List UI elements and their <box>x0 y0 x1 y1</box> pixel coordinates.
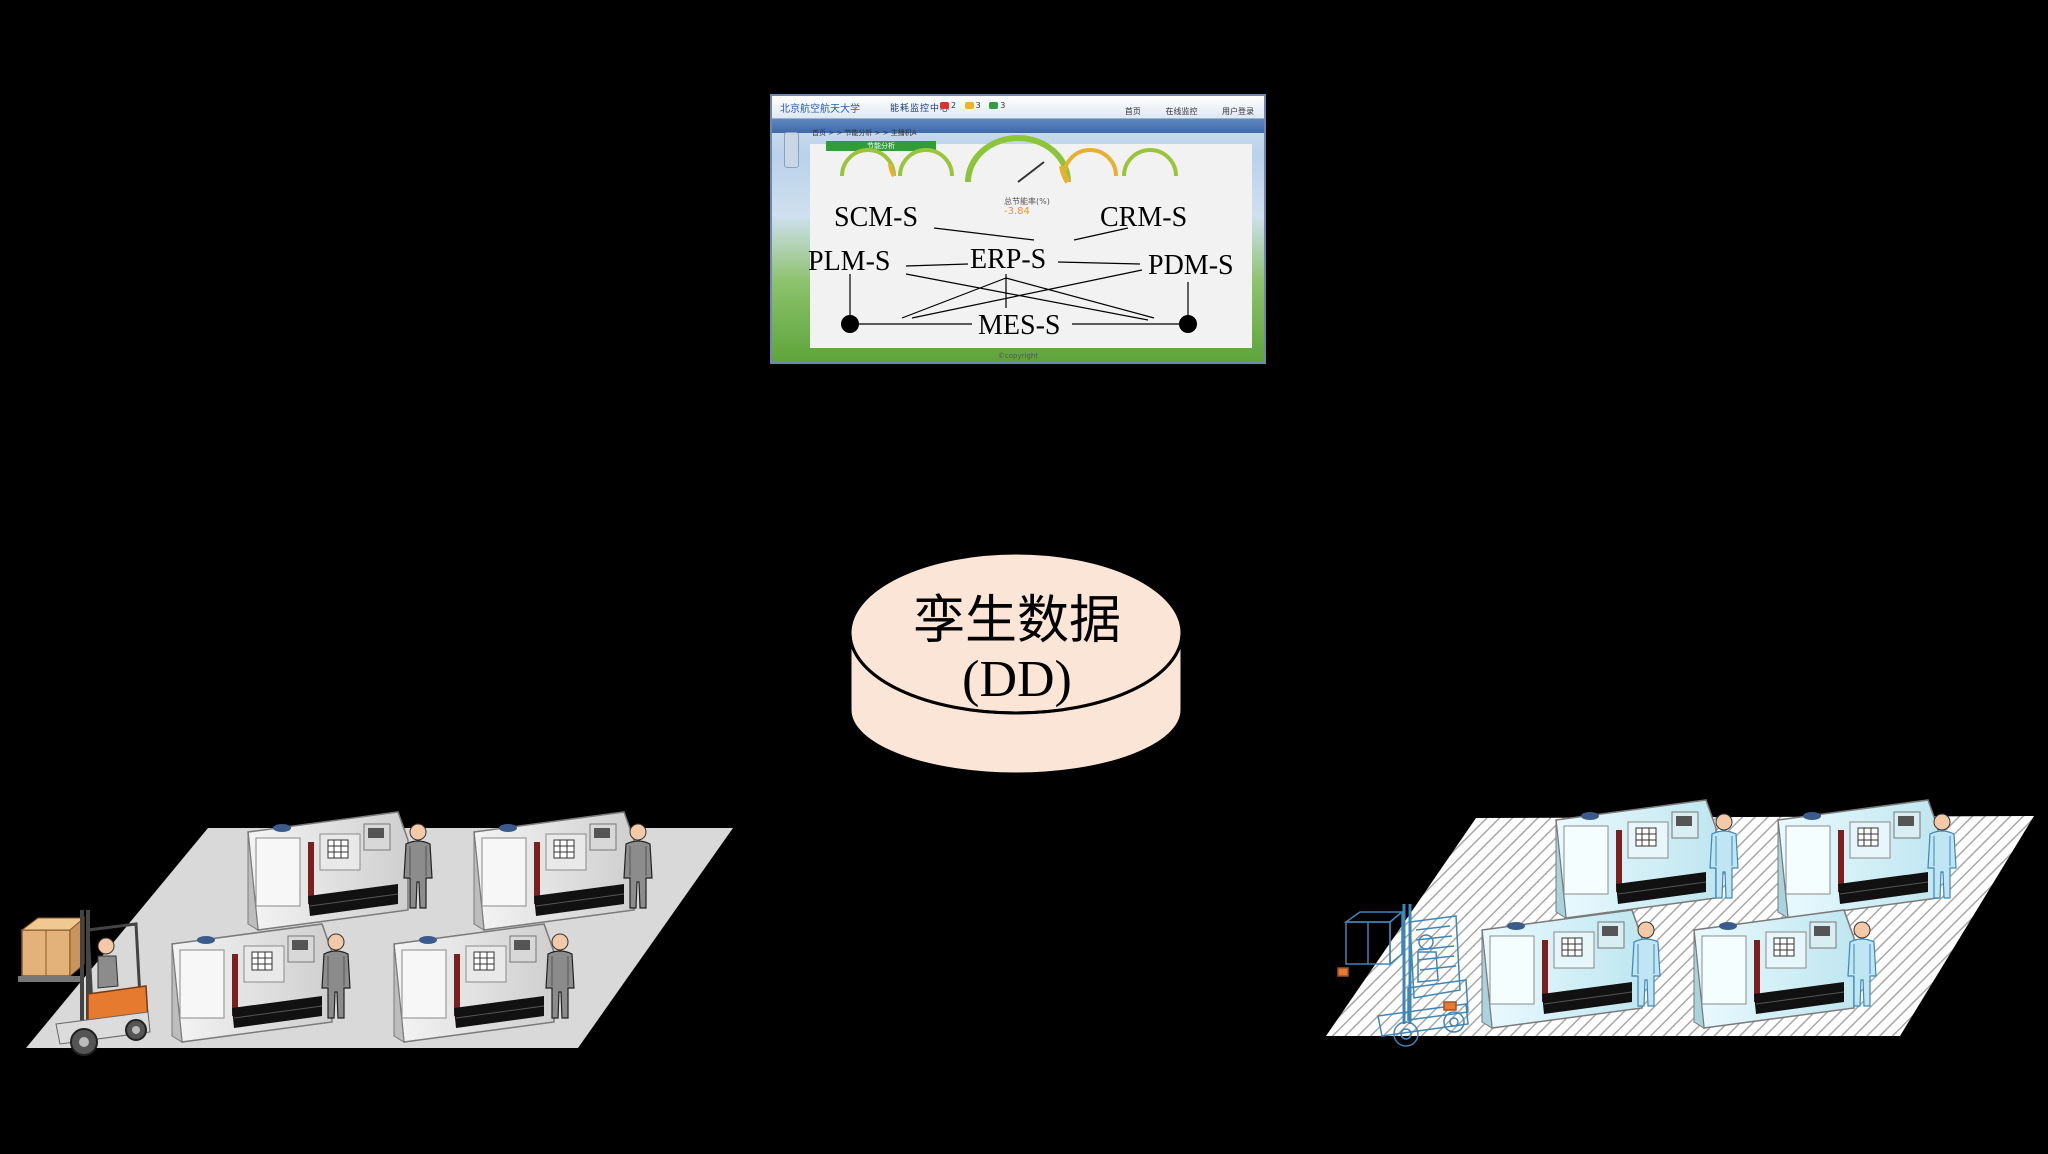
service-system-screen: 北京航空航天大学 能耗监控中心 2 3 3 首页 在线监控 用户登录 首页 > … <box>770 94 1266 364</box>
virtual-shop-floor <box>1326 799 2034 1047</box>
twin-data-abbr: (DD) <box>962 651 1072 708</box>
cnc-machine-icon <box>247 811 409 931</box>
label-plm: PLM-S <box>808 246 891 277</box>
label-pdm: PDM-S <box>1148 250 1234 281</box>
physical-shop-floor <box>18 811 733 1056</box>
cnc-machine-icon <box>1555 799 1717 919</box>
gauge-caption: 总节能率(%) <box>1004 196 1050 206</box>
cnc-machine-icon <box>473 811 635 931</box>
node-right <box>1179 315 1197 333</box>
label-mes: MES-S <box>978 310 1061 341</box>
cnc-machine-icon <box>1693 909 1855 1029</box>
node-left <box>841 315 859 333</box>
label-scm: SCM-S <box>834 202 919 233</box>
label-crm: CRM-S <box>1100 202 1188 233</box>
copyright-text: ©copyright <box>997 352 1039 360</box>
cnc-machine-icon <box>393 923 555 1043</box>
twin-data-title: 孪生数据 <box>912 591 1121 651</box>
label-erp: ERP-S <box>970 244 1047 275</box>
cnc-machine-icon <box>1481 909 1643 1029</box>
gauge-value: -3.84 <box>1004 206 1030 217</box>
gauge-icon <box>840 135 1178 184</box>
cnc-machine-icon <box>171 923 333 1043</box>
cnc-machine-icon <box>1777 799 1939 919</box>
